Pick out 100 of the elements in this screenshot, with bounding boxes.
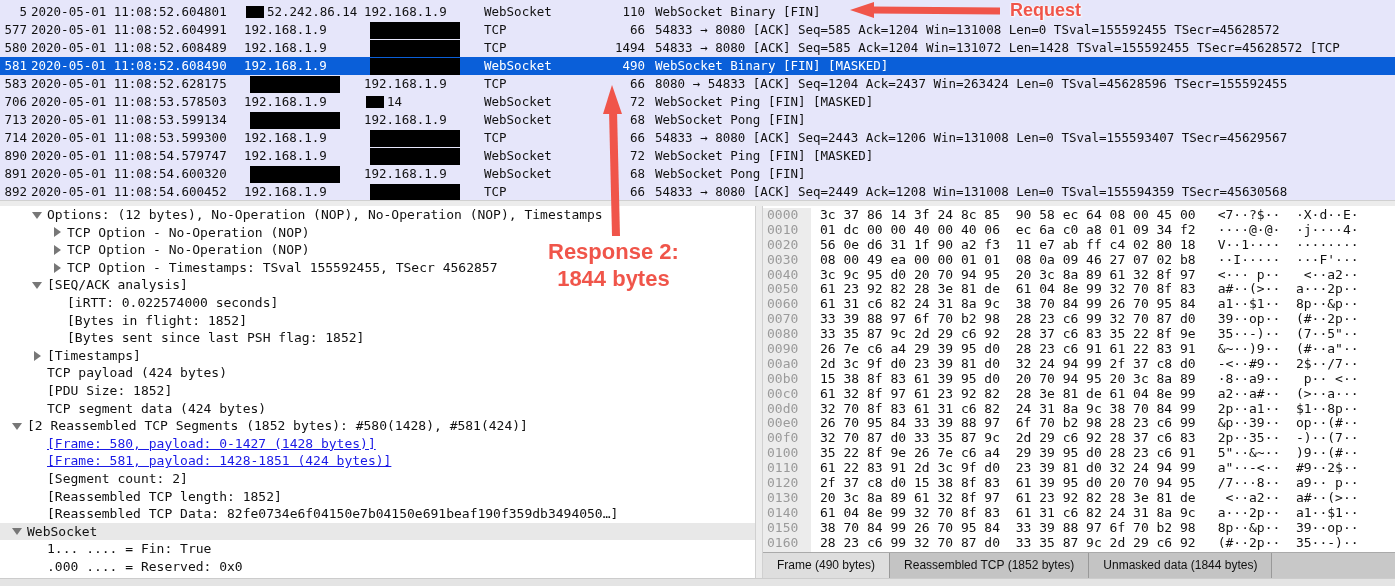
ascii-bytes: <··· p·· <··a2·· [1217, 266, 1359, 282]
ascii-bytes: /7···8·· a9·· p·· [1217, 475, 1359, 491]
source-address: 192.168.1.9 [244, 39, 327, 57]
tree-item-text[interactable]: TCP Option - No-Operation (NOP) [67, 223, 310, 242]
hex-bytes: 32 70 8f 83 61 31 c6 82 24 31 8a 9c 38 70 84 99 [820, 400, 1196, 416]
tree-item-text[interactable]: TCP segment data (424 bytes) [47, 399, 267, 418]
packet-row[interactable]: 583 2020-05-01 11:08:52.628175 192.168.1.9 TCP 66 8080 → 54833 [ACK] Seq=1204 Ack=2437 Win=263424 Len=0 TSval=45628596 TSecr=155592455 [0, 75, 1288, 93]
packet-row[interactable]: 577 2020-05-01 11:08:52.604991 192.168.1.9 TCP 66 54833 → 8080 [ACK] Seq=585 Ack=1204 Win=131008 Len=0 TSval=155592455 TSecr=45628572 [0, 21, 1280, 39]
destination-address: 192.168.1.9 [364, 75, 447, 93]
byte-view-tab[interactable]: Reassembled TCP (1852 bytes) [890, 553, 1090, 578]
packet-protocol: TCP [484, 39, 508, 57]
disclosure-triangle-icon[interactable] [12, 526, 22, 537]
hex-bytes: 2f 37 c8 d0 15 38 8f 83 61 39 95 d0 20 70 94 95 [820, 475, 1196, 491]
byte-view-tab[interactable]: Unmasked data (1844 bytes) [1089, 553, 1273, 578]
disclosure-triangle-icon[interactable] [32, 209, 42, 220]
packet-time: 2020-05-01 11:08:53.599134 [31, 111, 228, 129]
packet-number: 891 [3, 165, 27, 183]
destination-address: 192.168.1.9 [364, 3, 447, 21]
tree-item-text[interactable]: WebSocket [27, 522, 98, 541]
ascii-bytes: <··a2·· a#··(>·· [1224, 489, 1359, 505]
hex-bytes: 08 00 49 ea 00 00 01 01 08 0a 09 46 27 07 02 b8 [820, 251, 1196, 267]
hex-bytes: 33 39 88 97 6f 70 b2 98 28 23 c6 99 32 70 87 d0 [820, 311, 1196, 327]
selected-tree-row[interactable]: WebSocket [0, 522, 755, 541]
byte-offset: 00c0 [766, 386, 800, 402]
byte-view-tab[interactable]: Frame (490 bytes) [763, 553, 891, 578]
byte-offset: 00a0 [766, 356, 800, 372]
packet-length: 66 [628, 129, 645, 147]
ascii-bytes: a1··$1·· 8p··&p·· [1217, 296, 1359, 312]
packet-number: 580 [3, 39, 27, 57]
disclosure-triangle-icon[interactable] [52, 245, 62, 255]
tree-item-text[interactable]: [2 Reassembled TCP Segments (1852 bytes): #580(1428), #581(424)] [27, 417, 528, 435]
tree-item-text[interactable]: [PDU Size: 1852] [47, 381, 173, 400]
ascii-bytes: 2p··a1·· $1··8p·· [1217, 400, 1359, 416]
packet-info: WebSocket Binary [FIN] [MASKED] [655, 57, 889, 75]
packet-length: 66 [628, 21, 645, 39]
source-address: 192.168.1.9 [244, 129, 327, 147]
hex-bytes: 20 3c 8a 89 61 32 8f 97 61 23 92 82 28 3e 81 de [820, 489, 1196, 505]
packet-row[interactable]: 892 2020-05-01 11:08:54.600452 192.168.1.9 TCP 66 54833 → 8080 [ACK] Seq=2449 Ack=1208 Win=131008 Len=0 TSval=155594359 TSecr=45630568 [0, 183, 1288, 200]
packet-row[interactable]: 713 2020-05-01 11:08:53.599134 192.168.1.9 WebSocket 68 WebSocket Pong [FIN] [0, 111, 806, 129]
ascii-bytes: <7··?$·· ·X·d··E· [1217, 207, 1359, 222]
disclosure-triangle-icon[interactable] [32, 350, 42, 361]
tree-item-text[interactable]: [Bytes in flight: 1852] [67, 311, 247, 330]
packet-time: 2020-05-01 11:08:52.604801 [31, 3, 228, 21]
ascii-bytes: 8p··&p·· 39··op·· [1217, 519, 1359, 535]
packet-row[interactable]: 5 2020-05-01 11:08:52.604801 52.242.86.14 192.168.1.9 WebSocket 110 WebSocket Binary [FIN] [0, 3, 821, 21]
packet-info: 54833 → 8080 [ACK] Seq=2449 Ack=1208 Win=131008 Len=0 TSval=155594359 TSecr=45630568 [655, 183, 1288, 200]
frame-link[interactable]: [Frame: 581, payload: 1428-1851 (424 bytes)] [47, 452, 392, 470]
packet-info: WebSocket Ping [FIN] [MASKED] [655, 147, 874, 165]
tree-item-text[interactable]: TCP Option - No-Operation (NOP) [67, 241, 310, 259]
packet-protocol: WebSocket [484, 93, 553, 111]
packet-info: 54833 → 8080 [ACK] Seq=2443 Ack=1206 Win=131008 Len=0 TSval=155593407 TSecr=45629567 [655, 129, 1288, 147]
callout-label: Response 2: 1844 bytes [548, 238, 679, 292]
ascii-bytes: 2p··35·· -)··(7·· [1217, 430, 1359, 446]
hex-bytes: 61 22 83 91 2d 3c 9f d0 23 39 81 d0 32 24 94 99 [820, 460, 1196, 476]
tree-item-text[interactable]: [Reassembled TCP Data: 82fe0734e6f04150e7b04150e691beaf190f359db3494050…] [47, 505, 619, 523]
byte-offset: 0070 [766, 312, 800, 328]
packet-row[interactable]: 581 2020-05-01 11:08:52.608490 192.168.1.9 WebSocket 490 WebSocket Binary [FIN] [MASKED] [0, 57, 1395, 75]
byte-offset: 0000 [766, 208, 800, 223]
byte-offset: 0090 [766, 342, 800, 357]
packet-protocol: WebSocket [484, 3, 553, 21]
hex-bytes: 61 04 8e 99 32 70 8f 83 61 31 c6 82 24 31 8a 9c [820, 504, 1196, 520]
disclosure-triangle-icon[interactable] [32, 280, 42, 291]
packet-row[interactable]: 706 2020-05-01 11:08:53.578503 192.168.1.9 14 WebSocket 72 WebSocket Ping [FIN] [MASKED] [0, 93, 874, 111]
tree-item-text[interactable]: [iRTT: 0.022574000 seconds] [67, 293, 279, 312]
callout-label: Request [1010, 0, 1081, 20]
byte-offset: 0110 [766, 461, 800, 477]
packet-number: 583 [3, 75, 27, 93]
packet-protocol: WebSocket [484, 57, 553, 75]
frame-link[interactable]: [Frame: 580, payload: 0-1427 (1428 bytes)] [47, 434, 376, 453]
tree-item-text[interactable]: TCP Option - Timestamps: TSval 155592455, TSecr 4562857 [67, 258, 498, 277]
disclosure-triangle-icon[interactable] [12, 420, 22, 431]
tree-item-text[interactable]: [SEQ/ACK analysis] [47, 276, 188, 294]
packet-row[interactable]: 890 2020-05-01 11:08:54.579747 192.168.1.9 WebSocket 72 WebSocket Ping [FIN] [MASKED] [0, 147, 874, 165]
packet-row[interactable]: 891 2020-05-01 11:08:54.600320 192.168.1.9 WebSocket 68 WebSocket Pong [FIN] [0, 165, 806, 183]
byte-offset: 0120 [766, 476, 800, 491]
source-address: 192.168.1.9 [244, 57, 327, 75]
tree-item-text[interactable]: 1... .... = Fin: True [47, 540, 212, 558]
tree-item-text[interactable]: [Reassembled TCP length: 1852] [47, 487, 282, 506]
packet-info: WebSocket Pong [FIN] [655, 111, 806, 129]
packet-time: 2020-05-01 11:08:53.599300 [31, 129, 228, 147]
tree-item-text[interactable]: TCP payload (424 bytes) [47, 364, 227, 382]
byte-offset: 0130 [766, 490, 800, 506]
destination-address: 192.168.1.9 [364, 111, 447, 129]
tree-item-text[interactable]: [Segment count: 2] [47, 469, 188, 488]
tree-item-text[interactable]: [Bytes sent since last PSH flag: 1852] [67, 329, 365, 347]
packet-row[interactable]: 714 2020-05-01 11:08:53.599300 192.168.1.9 TCP 66 54833 → 8080 [ACK] Seq=2443 Ack=1206 Win=131008 Len=0 TSval=155593407 TSecr=45629567 [0, 129, 1288, 147]
destination-address: 14 [387, 93, 403, 111]
source-address: 52.242.86.14 [267, 3, 358, 21]
hex-bytes: 61 32 8f 97 61 23 92 82 28 3e 81 de 61 04 8e 99 [820, 385, 1196, 401]
tree-item-text[interactable]: [Timestamps] [47, 346, 141, 365]
tree-item-text[interactable]: Options: (12 bytes), No-Operation (NOP), No-Operation (NOP), Timestamps [47, 206, 603, 224]
packet-length: 72 [628, 147, 645, 165]
tree-item-text[interactable]: .000 .... = Reserved: 0x0 [47, 557, 243, 576]
disclosure-triangle-icon[interactable] [52, 262, 62, 273]
packet-row[interactable]: 580 2020-05-01 11:08:52.608489 192.168.1.9 TCP 1494 54833 → 8080 [ACK] Seq=585 Ack=1204 Win=131072 Len=1428 TSval=155592455 TSecr=45628572 [TCP [0, 39, 1340, 57]
ascii-bytes: 35··-)·· (7··5"·· [1217, 326, 1359, 342]
byte-offset: 0050 [766, 282, 800, 298]
packet-protocol: WebSocket [484, 111, 553, 129]
ascii-bytes: &~··)9·· (#··a"·· [1217, 341, 1359, 356]
disclosure-triangle-icon[interactable] [52, 227, 62, 238]
